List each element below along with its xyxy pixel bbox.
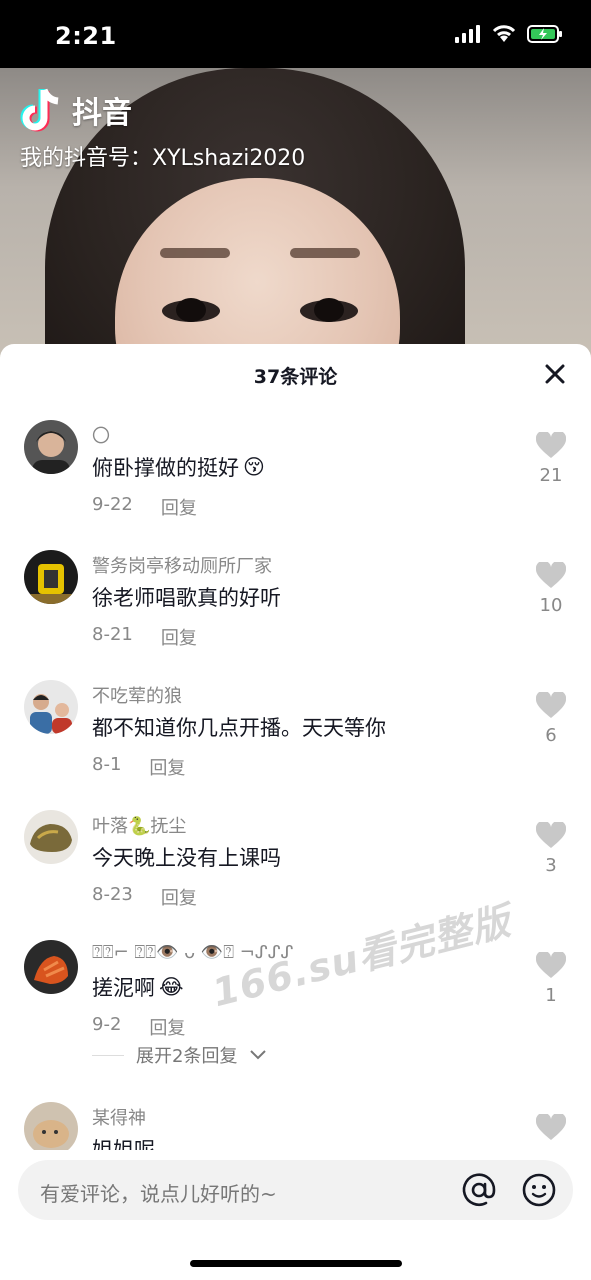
reply-button[interactable]: 回复 <box>161 884 197 910</box>
comment-meta: 9-2 回复 <box>92 1014 185 1040</box>
reply-button[interactable]: 回复 <box>149 1014 185 1040</box>
avatar[interactable] <box>24 420 78 474</box>
comment-item: 不吃荤的狼 都不知道你几点开播。天天等你 8-1 回复 6 <box>0 680 591 810</box>
emoji-icon[interactable] <box>521 1172 557 1208</box>
comments-count-title: 37条评论 <box>253 366 338 388</box>
at-mention-icon[interactable] <box>461 1172 497 1208</box>
comment-body: 搓泥啊 <box>92 976 155 1000</box>
comment-username[interactable]: 〇 <box>92 422 110 448</box>
comment-list: 〇 俯卧撑做的挺好 😚 9-22 回复 21 警务岗亭移动厕所厂家 徐老师唱歌真… <box>0 420 591 1150</box>
laughing-crying-emoji: 😂 <box>159 975 184 999</box>
comment-text: 都不知道你几点开播。天天等你 <box>92 712 386 742</box>
avatar[interactable] <box>24 940 78 994</box>
tiktok-note-icon <box>20 88 59 132</box>
home-indicator[interactable] <box>190 1260 402 1267</box>
like-count: 21 <box>539 465 563 486</box>
left-eye <box>162 298 220 322</box>
heart-icon <box>536 692 566 718</box>
comment-date: 9-22 <box>92 494 133 515</box>
comment-body: 都不知道你几点开播。天天等你 <box>92 716 386 740</box>
heart-icon <box>536 562 566 588</box>
comment-body: 俯卧撑做的挺好 <box>92 456 239 480</box>
like-count: 3 <box>545 855 557 876</box>
comment-text: 徐老师唱歌真的好听 <box>92 582 281 612</box>
comment-item: 某得神 姐姐呢 <box>0 1102 591 1150</box>
comment-item: 警务岗亭移动厕所厂家 徐老师唱歌真的好听 8-21 回复 10 <box>0 550 591 680</box>
like-button[interactable]: 10 <box>533 562 569 616</box>
reply-button[interactable]: 回复 <box>161 494 197 520</box>
close-icon[interactable] <box>541 360 569 388</box>
right-eye <box>300 298 358 322</box>
right-brow <box>290 248 360 258</box>
comment-meta: 8-1 回复 <box>92 754 185 780</box>
comment-input-placeholder: 有爱评论，说点儿好听的~ <box>40 1182 277 1206</box>
douyin-logo: 抖音 <box>20 86 132 134</box>
comment-text: 今天晚上没有上课吗 <box>92 842 281 872</box>
comment-meta: 8-23 回复 <box>92 884 197 910</box>
comment-date: 8-1 <box>92 754 122 775</box>
avatar[interactable] <box>24 550 78 604</box>
comment-meta: 9-22 回复 <box>92 494 197 520</box>
comment-input[interactable]: 有爱评论，说点儿好听的~ <box>18 1160 573 1220</box>
like-count: 6 <box>545 725 557 746</box>
comment-body: 今天晚上没有上课吗 <box>92 846 281 870</box>
comment-item: 〇 俯卧撑做的挺好 😚 9-22 回复 21 <box>0 420 591 550</box>
comment-body: 姐姐呢 <box>92 1138 155 1150</box>
douyin-app-name: 抖音 <box>72 96 132 131</box>
battery-charging-icon <box>527 25 562 43</box>
like-count: 1 <box>545 985 557 1006</box>
douyin-id: 我的抖音号：XYLshazi2020 <box>20 146 306 171</box>
avatar[interactable] <box>24 810 78 864</box>
chevron-down-icon <box>250 1050 267 1060</box>
like-count: 10 <box>539 595 563 616</box>
heart-icon <box>536 1114 566 1140</box>
wifi-icon <box>492 25 516 42</box>
expand-replies-button[interactable]: 展开2条回复 <box>92 1042 267 1068</box>
heart-icon <box>536 952 566 978</box>
like-button[interactable]: 6 <box>533 692 569 746</box>
signal-icon <box>455 25 480 43</box>
avatar[interactable] <box>24 1102 78 1150</box>
heart-icon <box>536 432 566 458</box>
comment-username[interactable]: 叶落🐍抚尘 <box>92 812 186 838</box>
kissing-emoji: 😚 <box>243 455 265 479</box>
comment-text: 俯卧撑做的挺好 😚 <box>92 452 265 482</box>
like-button[interactable]: 3 <box>533 822 569 876</box>
left-brow <box>160 248 230 258</box>
divider-line <box>92 1054 124 1056</box>
comment-text: 姐姐呢 <box>92 1134 155 1150</box>
comment-username[interactable]: 警务岗亭移动厕所厂家 <box>92 552 272 578</box>
comment-date: 9-2 <box>92 1014 122 1035</box>
expand-replies-label: 展开2条回复 <box>136 1046 238 1067</box>
comments-panel: 37条评论 〇 俯卧撑做的挺好 😚 9-22 回复 21 警务岗亭移动厕所厂家 … <box>0 344 591 1280</box>
like-button[interactable]: 1 <box>533 952 569 1006</box>
comment-body: 徐老师唱歌真的好听 <box>92 586 281 610</box>
comment-meta: 8-21 回复 <box>92 624 197 650</box>
status-time: 2:21 <box>55 22 117 50</box>
status-bar: 2:21 <box>0 0 591 68</box>
reply-button[interactable]: 回复 <box>161 624 197 650</box>
comment-text: 搓泥啊 😂 <box>92 972 184 1002</box>
like-button[interactable]: 21 <box>533 432 569 486</box>
comment-date: 8-23 <box>92 884 133 905</box>
comment-username[interactable]: 不吃荤的狼 <box>92 682 182 708</box>
comment-username[interactable]: 某得神 <box>92 1104 146 1130</box>
heart-icon <box>536 822 566 848</box>
status-icons <box>455 24 563 44</box>
like-button[interactable] <box>533 1114 569 1147</box>
reply-button[interactable]: 回复 <box>149 754 185 780</box>
avatar[interactable] <box>24 680 78 734</box>
comment-date: 8-21 <box>92 624 133 645</box>
